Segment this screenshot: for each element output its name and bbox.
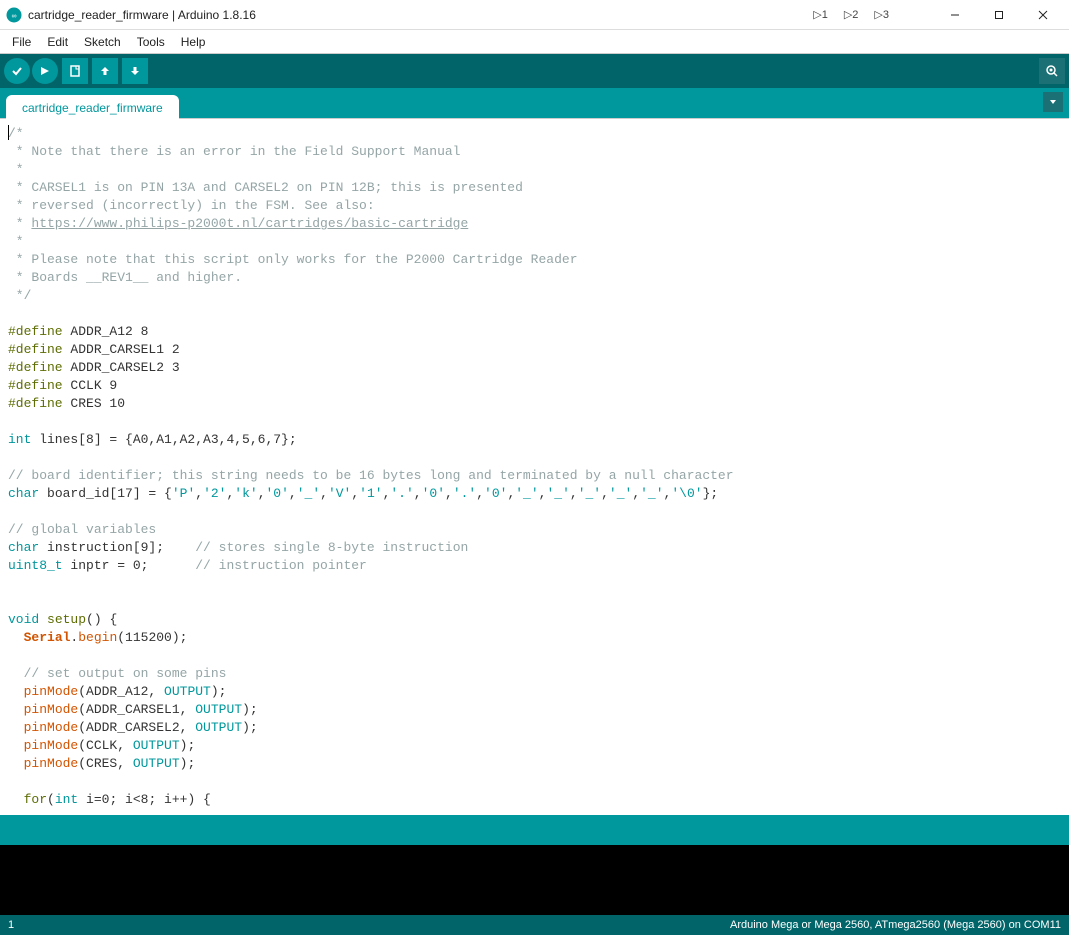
debug-icons: ▷1 ▷2 ▷3	[809, 6, 893, 23]
save-sketch-button[interactable]	[122, 58, 148, 84]
debug-1-icon[interactable]: ▷1	[809, 6, 832, 23]
new-sketch-button[interactable]	[62, 58, 88, 84]
output-console[interactable]	[0, 845, 1069, 915]
toolbar	[0, 54, 1069, 88]
tab-menu-button[interactable]	[1043, 92, 1063, 112]
code-editor[interactable]: /* * Note that there is an error in the …	[0, 119, 1069, 815]
minimize-button[interactable]	[933, 1, 977, 29]
menu-edit[interactable]: Edit	[39, 32, 76, 52]
title-bar: ∞ cartridge_reader_firmware | Arduino 1.…	[0, 0, 1069, 30]
tab-sketch[interactable]: cartridge_reader_firmware	[6, 95, 179, 121]
board-info: Arduino Mega or Mega 2560, ATmega2560 (M…	[730, 919, 1061, 931]
debug-3-icon[interactable]: ▷3	[870, 6, 893, 23]
line-number: 1	[8, 919, 730, 931]
menu-file[interactable]: File	[4, 32, 39, 52]
verify-button[interactable]	[4, 58, 30, 84]
close-button[interactable]	[1021, 1, 1065, 29]
upload-button[interactable]	[32, 58, 58, 84]
menu-bar: File Edit Sketch Tools Help	[0, 30, 1069, 54]
window-title: cartridge_reader_firmware | Arduino 1.8.…	[28, 8, 809, 22]
status-bar	[0, 815, 1069, 845]
editor-area: /* * Note that there is an error in the …	[0, 118, 1069, 815]
open-sketch-button[interactable]	[92, 58, 118, 84]
arduino-logo-icon: ∞	[6, 7, 22, 23]
debug-2-icon[interactable]: ▷2	[840, 6, 863, 23]
tab-strip: cartridge_reader_firmware	[0, 88, 1069, 118]
menu-sketch[interactable]: Sketch	[76, 32, 129, 52]
tab-label: cartridge_reader_firmware	[22, 101, 163, 115]
menu-help[interactable]: Help	[173, 32, 214, 52]
serial-monitor-button[interactable]	[1039, 58, 1065, 84]
menu-tools[interactable]: Tools	[129, 32, 173, 52]
maximize-button[interactable]	[977, 1, 1021, 29]
svg-text:∞: ∞	[12, 13, 17, 20]
footer-bar: 1 Arduino Mega or Mega 2560, ATmega2560 …	[0, 915, 1069, 935]
text-caret	[8, 125, 9, 140]
